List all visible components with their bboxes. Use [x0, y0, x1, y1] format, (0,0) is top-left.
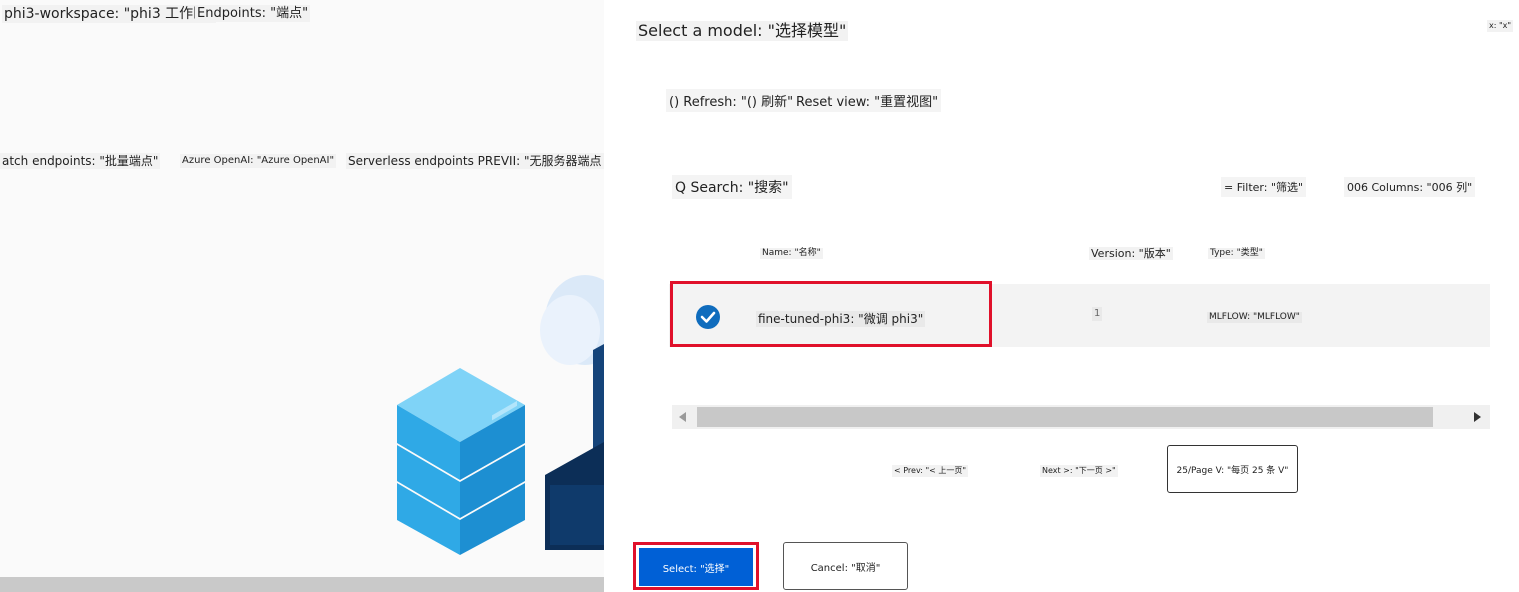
column-header-type[interactable]: Type: "类型" [1208, 248, 1265, 259]
server-tower-icon [545, 344, 604, 550]
tab-azure-openai[interactable]: Azure OpenAI: "Azure OpenAI" [180, 154, 337, 168]
workspace-breadcrumb[interactable]: phi3-workspace: "phi3 工作区" [2, 5, 216, 23]
server-illustration [397, 275, 604, 555]
row-model-name[interactable]: fine-tuned-phi3: "微调 phi3" [756, 311, 926, 327]
close-icon[interactable]: x: "x" [1487, 20, 1514, 32]
bottom-scrollbar [0, 577, 604, 592]
column-header-version[interactable]: Version: "版本" [1089, 247, 1173, 260]
cancel-button[interactable]: Cancel: "取消" [783, 542, 908, 590]
prev-page-button[interactable]: < Prev: "< 上一页" [892, 465, 969, 477]
column-header-name[interactable]: Name: "名称" [760, 248, 823, 259]
row-type: MLFLOW: "MLFLOW" [1207, 312, 1302, 323]
filter-button[interactable]: = Filter: "筛选" [1221, 177, 1307, 197]
reset-view-button[interactable]: Reset view: "重置视图" [793, 89, 942, 112]
refresh-button[interactable]: () Refresh: "() 刷新" [666, 89, 797, 112]
endpoints-breadcrumb[interactable]: Endpoints: "端点" [195, 5, 311, 22]
scroll-left-icon[interactable] [678, 411, 688, 423]
page-size-dropdown[interactable]: 25/Page V: "每页 25 条 V" [1167, 445, 1298, 493]
tab-batch-endpoints[interactable]: atch endpoints: "批量端点" [0, 153, 161, 169]
select-button[interactable]: Select: "选择" [639, 548, 753, 586]
dialog-title: Select a model: "选择模型" [636, 21, 849, 41]
server-stack-icon [397, 368, 525, 555]
search-input[interactable]: Q Search: "搜索" [672, 175, 792, 199]
columns-button[interactable]: 006 Columns: "006 列" [1344, 177, 1476, 197]
scroll-right-icon[interactable] [1472, 411, 1482, 423]
checkmark-circle-icon[interactable] [695, 304, 721, 330]
scrollbar-thumb[interactable] [697, 407, 1433, 427]
row-version: 1 [1092, 307, 1103, 321]
next-page-button[interactable]: Next >: "下一页 >" [1040, 465, 1118, 477]
